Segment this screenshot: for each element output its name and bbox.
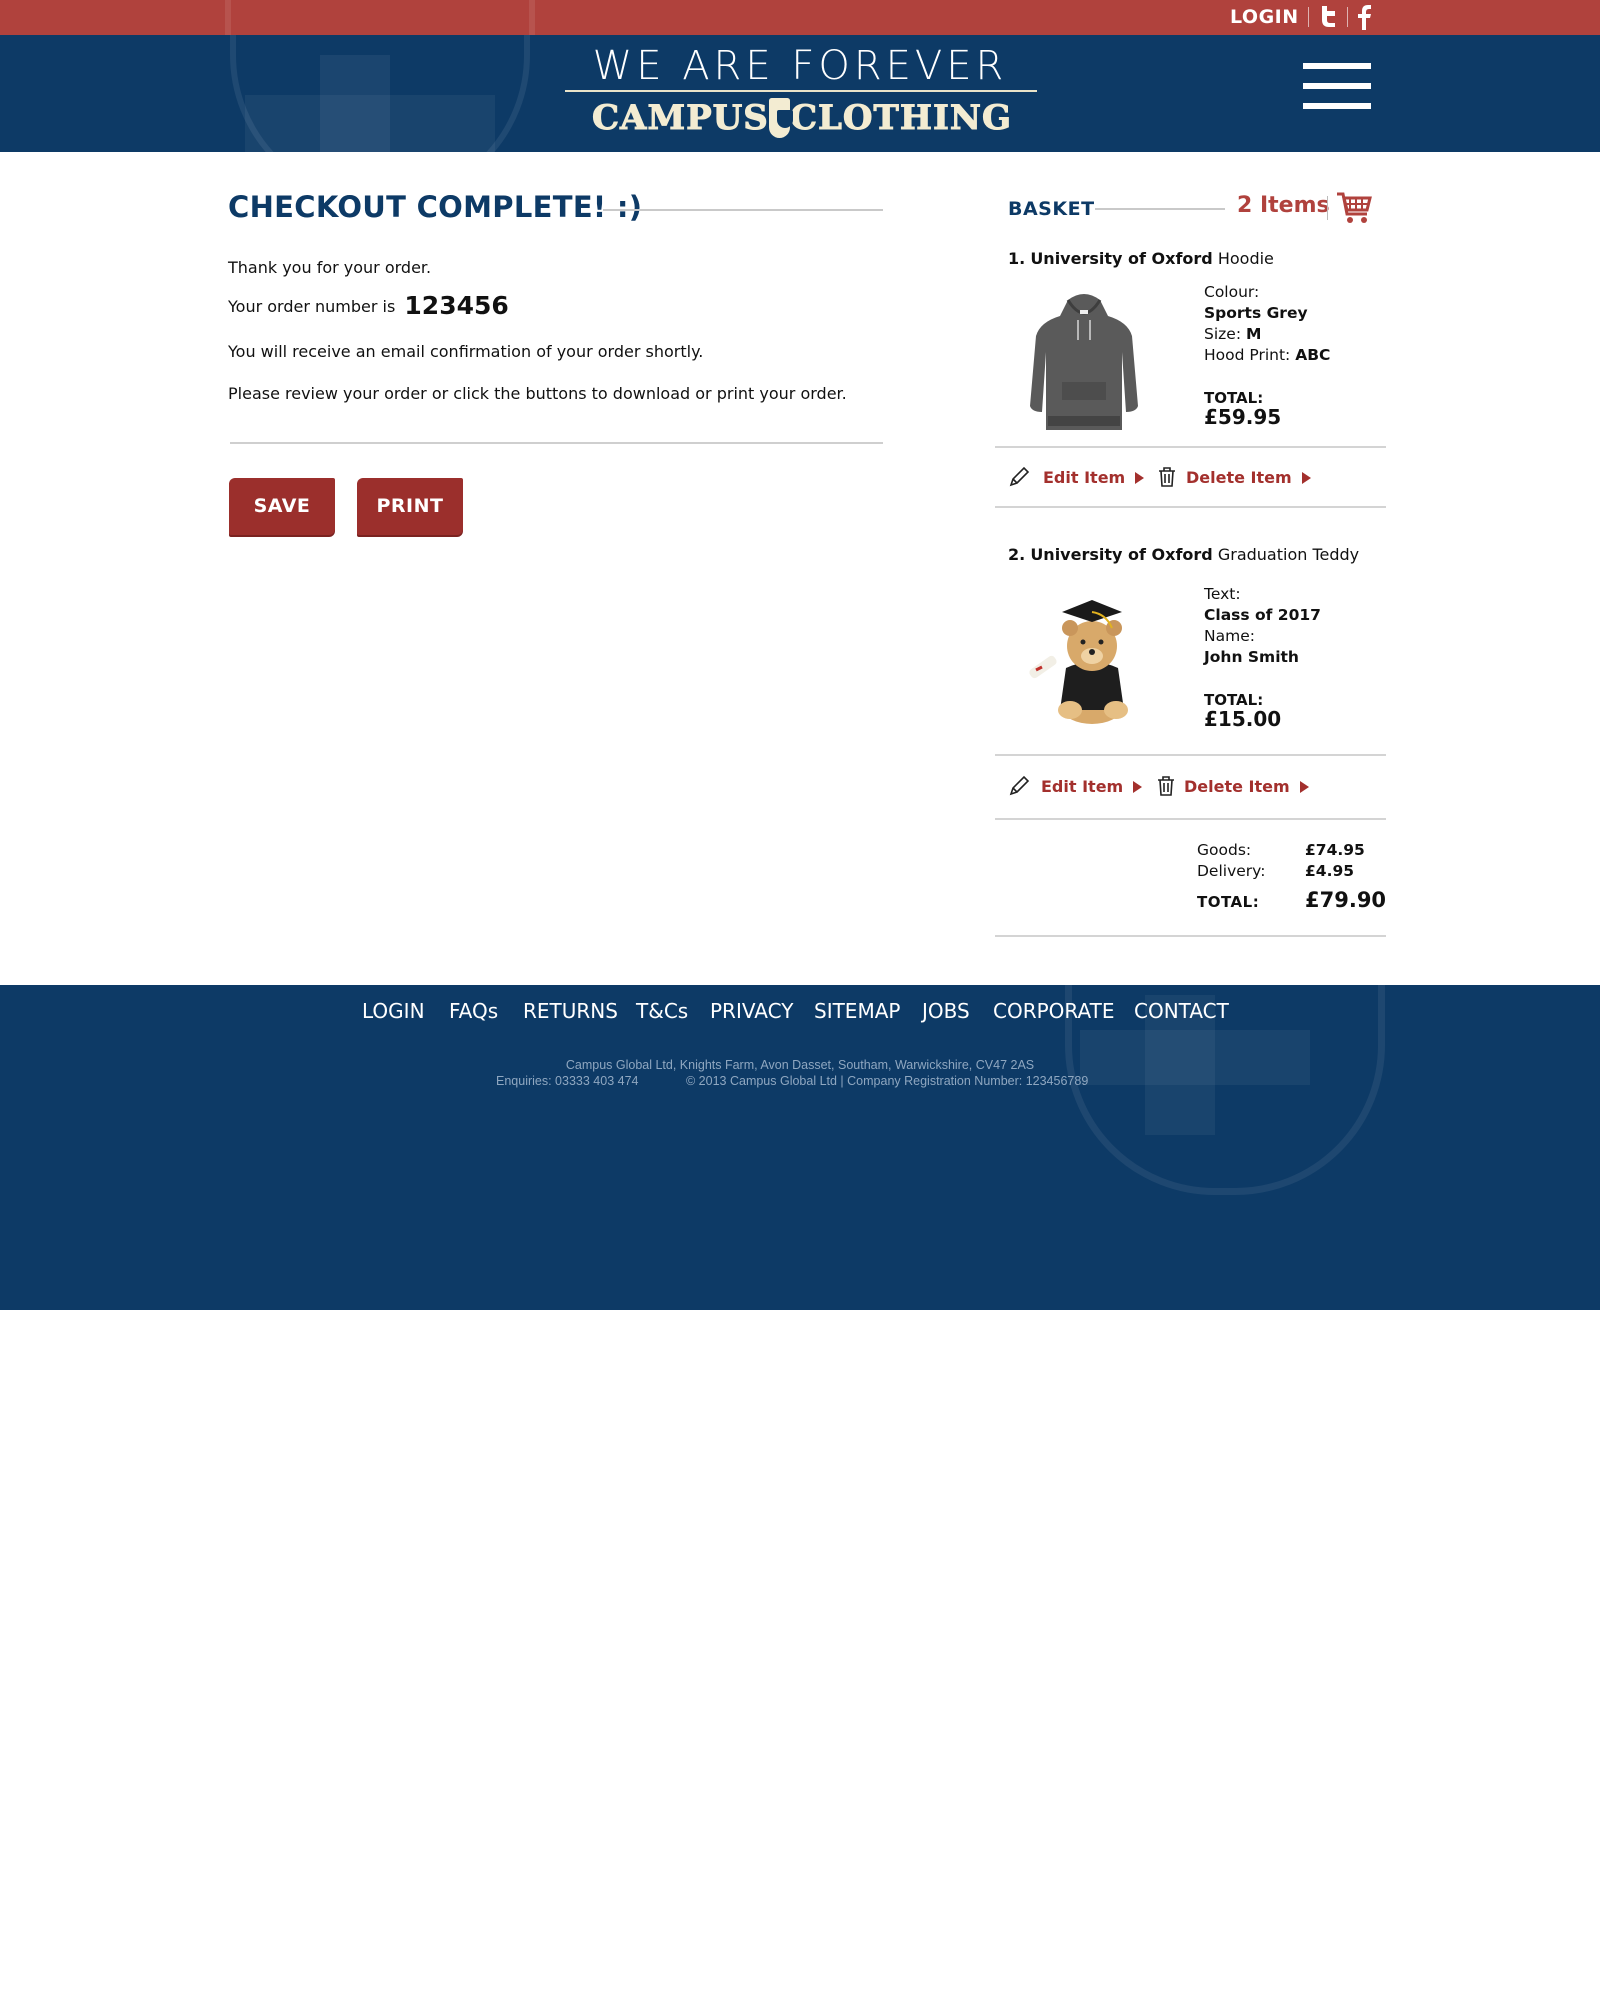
site-header: WE ARE FOREVER CAMPUS CLOTHING: [0, 35, 1600, 152]
basket-item-title[interactable]: 2. University of Oxford Graduation Teddy: [1008, 545, 1359, 564]
item-total-price: £59.95: [1204, 405, 1282, 429]
print-button[interactable]: PRINT: [357, 478, 463, 535]
company-address: Campus Global Ltd, Knights Farm, Avon Da…: [565, 1058, 1035, 1072]
title-divider: [603, 209, 883, 211]
basket-item-title[interactable]: 1. University of Oxford Hoodie: [1008, 249, 1274, 268]
trash-icon[interactable]: [1156, 466, 1178, 488]
crest-watermark-part: [245, 95, 495, 152]
order-number: 123456: [404, 291, 509, 320]
item-divider: [995, 506, 1386, 508]
content-divider: [230, 442, 883, 444]
detail-label: Name:: [1204, 627, 1255, 645]
basket-divider: [1095, 208, 1225, 210]
item-index: 1.: [1008, 249, 1026, 268]
delete-item-label: Delete Item: [1184, 777, 1290, 796]
edit-item-label: Edit Item: [1041, 777, 1124, 796]
pencil-icon[interactable]: [1008, 775, 1030, 797]
trash-icon[interactable]: [1155, 775, 1177, 797]
footer-link-jobs[interactable]: JOBS: [922, 999, 970, 1023]
logo-word-clothing: CLOTHING: [789, 98, 1012, 139]
detail-value: ABC: [1295, 346, 1331, 364]
edit-item-button[interactable]: Edit Item: [1043, 468, 1145, 487]
delivery-value: £4.95: [1305, 862, 1355, 880]
thank-you-text: Thank you for your order.: [228, 258, 432, 277]
top-bar: LOGIN: [0, 0, 1600, 35]
review-notice-text: Please review your order or click the bu…: [228, 384, 847, 403]
logo-tagline[interactable]: WE ARE FOREVER: [565, 43, 1035, 89]
page-title: CHECKOUT COMPLETE! :): [228, 190, 643, 224]
copyright-text: © 2013 Campus Global Ltd | Company Regis…: [686, 1074, 1089, 1088]
item-details: Colour: Sports Grey Size: M Hood Print: …: [1204, 282, 1330, 366]
edit-item-label: Edit Item: [1043, 468, 1126, 487]
item-product: Hoodie: [1217, 249, 1274, 268]
save-button[interactable]: SAVE: [229, 478, 335, 535]
shopping-cart-icon[interactable]: [1336, 190, 1372, 226]
item-product: Graduation Teddy: [1217, 545, 1360, 564]
item-index: 2.: [1008, 545, 1026, 564]
detail-value: Sports Grey: [1204, 304, 1308, 322]
item-total-price: £15.00: [1204, 707, 1282, 731]
delete-item-label: Delete Item: [1186, 468, 1292, 487]
order-number-line: Your order number is 123456: [228, 291, 509, 320]
top-login-link[interactable]: LOGIN: [1230, 6, 1299, 28]
detail-value: John Smith: [1204, 648, 1299, 666]
email-notice-text: You will receive an email confirmation o…: [228, 342, 704, 361]
goods-label: Goods:: [1197, 841, 1252, 859]
logo-word-campus: CAMPUS: [592, 98, 769, 139]
footer-link-faqs[interactable]: FAQs: [449, 999, 498, 1023]
footer-link-terms[interactable]: T&Cs: [636, 999, 688, 1023]
arrow-right-icon: [1133, 780, 1143, 793]
detail-label: Size:: [1204, 325, 1242, 343]
hoodie-product-image[interactable]: [1028, 290, 1140, 430]
footer-link-corporate[interactable]: CORPORATE: [993, 999, 1114, 1023]
site-footer: LOGIN FAQs RETURNS T&Cs PRIVACY SITEMAP …: [0, 985, 1600, 1310]
item-university: University of Oxford: [1030, 545, 1213, 564]
logo-crest-icon: [768, 98, 793, 138]
item-divider: [995, 818, 1386, 820]
delete-item-button[interactable]: Delete Item: [1184, 777, 1309, 796]
crest-watermark: [225, 0, 535, 35]
footer-link-returns[interactable]: RETURNS: [523, 999, 618, 1023]
footer-link-login[interactable]: LOGIN: [362, 999, 425, 1023]
summary-divider: [995, 935, 1386, 937]
twitter-icon[interactable]: [1316, 4, 1340, 30]
order-total-label: TOTAL:: [1197, 893, 1260, 911]
teddy-product-image[interactable]: [1022, 598, 1146, 730]
detail-value: Class of 2017: [1204, 606, 1321, 624]
site-logo[interactable]: CAMPUS CLOTHING: [592, 96, 1012, 140]
detail-label: Colour:: [1204, 283, 1260, 301]
delete-item-button[interactable]: Delete Item: [1186, 468, 1311, 487]
footer-link-contact[interactable]: CONTACT: [1134, 999, 1229, 1023]
basket-heading: BASKET: [1008, 198, 1095, 220]
twitter-icon-glyph: [1322, 6, 1335, 27]
order-total-value: £79.90: [1305, 888, 1387, 912]
detail-label: Hood Print:: [1204, 346, 1291, 364]
item-university: University of Oxford: [1030, 249, 1213, 268]
basket-separator: [1327, 196, 1328, 220]
item-divider: [995, 754, 1386, 756]
facebook-icon[interactable]: [1352, 4, 1376, 30]
logo-divider: [565, 90, 1037, 92]
top-divider: [1308, 7, 1309, 27]
footer-link-sitemap[interactable]: SITEMAP: [814, 999, 900, 1023]
hamburger-menu-icon[interactable]: [1303, 63, 1371, 113]
pencil-icon[interactable]: [1008, 466, 1030, 488]
delivery-label: Delivery:: [1197, 862, 1266, 880]
item-divider: [995, 446, 1386, 448]
top-divider: [1347, 7, 1348, 27]
goods-value: £74.95: [1305, 841, 1365, 859]
detail-label: Text:: [1204, 585, 1241, 603]
enquiries-phone: Enquiries: 03333 403 474: [496, 1074, 639, 1088]
detail-value: M: [1245, 325, 1262, 343]
footer-link-privacy[interactable]: PRIVACY: [710, 999, 793, 1023]
arrow-right-icon: [1299, 780, 1309, 793]
arrow-right-icon: [1301, 471, 1311, 484]
arrow-right-icon: [1135, 471, 1145, 484]
edit-item-button[interactable]: Edit Item: [1041, 777, 1143, 796]
facebook-icon-glyph: [1358, 5, 1371, 30]
order-number-prefix: Your order number is: [228, 297, 396, 316]
item-details: Text: Class of 2017 Name: John Smith: [1204, 584, 1321, 668]
basket-item-count[interactable]: 2 Items: [1237, 193, 1330, 218]
